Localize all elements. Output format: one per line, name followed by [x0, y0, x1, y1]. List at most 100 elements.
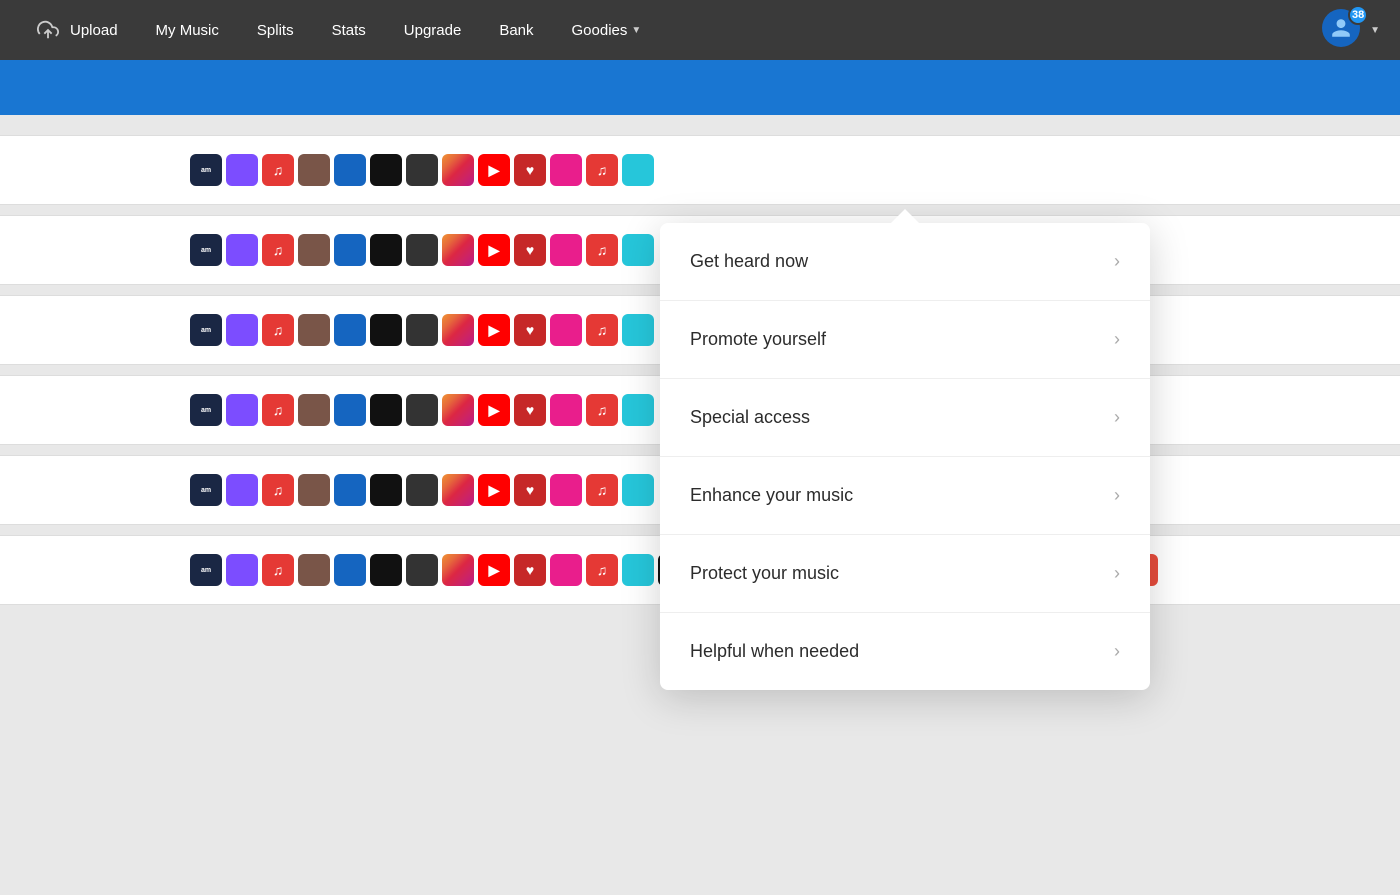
platform-row: am ♫ ▶ ♥ ♫ — [0, 135, 1400, 205]
upgrade-nav-item[interactable]: Upgrade — [390, 14, 476, 47]
dropdown-item-special-access[interactable]: Special access › — [660, 379, 1150, 457]
platform-icon-mix — [298, 154, 330, 186]
platform-icon-mix — [298, 394, 330, 426]
upgrade-label: Upgrade — [404, 22, 462, 39]
platform-icon-insta — [442, 554, 474, 586]
platform-icon-k2 — [622, 314, 654, 346]
platform-icon-ih: ♥ — [514, 554, 546, 586]
platform-icon-apple2: ♫ — [586, 154, 618, 186]
upload-nav-item[interactable]: Upload — [20, 8, 132, 52]
platform-icon-yt: ▶ — [478, 474, 510, 506]
platform-icon-beat — [370, 394, 402, 426]
platform-icon-sc — [226, 474, 258, 506]
platform-icon-amazon: am — [190, 394, 222, 426]
avatar-container[interactable]: 38 — [1322, 9, 1364, 51]
dropdown-item-promote-yourself[interactable]: Promote yourself › — [660, 301, 1150, 379]
dropdown-item-label: Helpful when needed — [690, 641, 859, 662]
platform-icon-band — [334, 314, 366, 346]
dropdown-item-protect-your-music[interactable]: Protect your music › — [660, 535, 1150, 613]
platform-icon-amazon: am — [190, 554, 222, 586]
platform-icon-yt: ▶ — [478, 234, 510, 266]
platform-icon-band — [334, 554, 366, 586]
platform-icon-k1 — [550, 234, 582, 266]
goodies-dropdown-menu: Get heard now › Promote yourself › Speci… — [660, 223, 1150, 690]
splits-label: Splits — [257, 22, 294, 39]
platform-icon-k1 — [550, 554, 582, 586]
platform-icon-insta — [442, 394, 474, 426]
avatar-nav-wrapper[interactable]: 38 ▼ — [1314, 9, 1380, 51]
dropdown-chevron-icon: › — [1114, 641, 1120, 662]
platform-icon-k1 — [550, 474, 582, 506]
platform-icons: am ♫ ▶ ♥ ♫ — [190, 314, 654, 346]
platform-icon-apple2: ♫ — [586, 234, 618, 266]
avatar-badge: 38 — [1348, 5, 1368, 25]
platform-icon-dark4 — [406, 394, 438, 426]
upload-label: Upload — [70, 22, 118, 39]
goodies-nav-item[interactable]: Goodies ▼ — [558, 14, 656, 47]
platform-icon-amazon: am — [190, 314, 222, 346]
navbar: Upload My Music Splits Stats Upgrade Ban… — [0, 0, 1400, 60]
dropdown-item-label: Special access — [690, 407, 810, 428]
platform-icon-beat — [370, 234, 402, 266]
platform-icon-band — [334, 154, 366, 186]
dropdown-item-enhance-your-music[interactable]: Enhance your music › — [660, 457, 1150, 535]
platform-icon-apple: ♫ — [262, 154, 294, 186]
platform-icon-insta — [442, 154, 474, 186]
platform-icon-yt: ▶ — [478, 314, 510, 346]
platform-icons: am ♫ ▶ ♥ ♫ — [190, 154, 654, 186]
platform-icon-k2 — [622, 234, 654, 266]
dropdown-item-label: Protect your music — [690, 563, 839, 584]
platform-icon-beat — [370, 474, 402, 506]
dropdown-arrow — [891, 209, 919, 223]
dropdown-chevron-icon: › — [1114, 329, 1120, 350]
splits-nav-item[interactable]: Splits — [243, 14, 308, 47]
platform-icon-k1 — [550, 394, 582, 426]
platform-icon-ih: ♥ — [514, 474, 546, 506]
platform-icon-apple: ♫ — [262, 394, 294, 426]
dropdown-item-label: Get heard now — [690, 251, 808, 272]
platform-icon-ih: ♥ — [514, 314, 546, 346]
platform-icon-insta — [442, 474, 474, 506]
platform-icon-amazon: am — [190, 154, 222, 186]
platform-icon-k2 — [622, 554, 654, 586]
platform-icon-ih: ♥ — [514, 394, 546, 426]
main-content: am ♫ ▶ ♥ ♫ am ♫ — [0, 115, 1400, 895]
platform-icon-apple: ♫ — [262, 554, 294, 586]
stats-label: Stats — [332, 22, 366, 39]
platform-icon-dark6 — [406, 554, 438, 586]
platform-icon-apple2: ♫ — [586, 474, 618, 506]
platform-icon-apple2: ♫ — [586, 554, 618, 586]
platform-icon-dark3 — [406, 314, 438, 346]
goodies-label: Goodies — [572, 22, 628, 39]
platform-icon-band — [334, 394, 366, 426]
platform-icon-band — [334, 474, 366, 506]
goodies-chevron-icon: ▼ — [631, 25, 641, 36]
platform-icon-dark5 — [406, 474, 438, 506]
dropdown-item-get-heard-now[interactable]: Get heard now › — [660, 223, 1150, 301]
avatar-chevron-icon: ▼ — [1370, 25, 1380, 36]
platform-icons: am ♫ ▶ ♥ ♫ — [190, 474, 654, 506]
platform-icon-beat — [370, 554, 402, 586]
platform-icon-yt: ▶ — [478, 154, 510, 186]
blue-banner — [0, 60, 1400, 115]
my-music-label: My Music — [156, 22, 219, 39]
stats-nav-item[interactable]: Stats — [318, 14, 380, 47]
my-music-nav-item[interactable]: My Music — [142, 14, 233, 47]
platform-icon-apple: ♫ — [262, 474, 294, 506]
platform-icon-apple2: ♫ — [586, 314, 618, 346]
dropdown-item-helpful-when-needed[interactable]: Helpful when needed › — [660, 613, 1150, 690]
platform-icon-mix — [298, 234, 330, 266]
platform-icons: am ♫ ▶ ♥ ♫ — [190, 394, 654, 426]
platform-icon-k2 — [622, 394, 654, 426]
platform-icon-yt: ▶ — [478, 394, 510, 426]
platform-icon-apple2: ♫ — [586, 394, 618, 426]
platform-icon-mix — [298, 474, 330, 506]
bank-nav-item[interactable]: Bank — [485, 14, 547, 47]
platform-icons: am ♫ ▶ ♥ ♫ — [190, 234, 654, 266]
bank-label: Bank — [499, 22, 533, 39]
platform-icon-insta — [442, 234, 474, 266]
platform-icon-amazon: am — [190, 474, 222, 506]
platform-icon-mix — [298, 314, 330, 346]
dropdown-chevron-icon: › — [1114, 563, 1120, 584]
platform-icon-ih: ♥ — [514, 154, 546, 186]
